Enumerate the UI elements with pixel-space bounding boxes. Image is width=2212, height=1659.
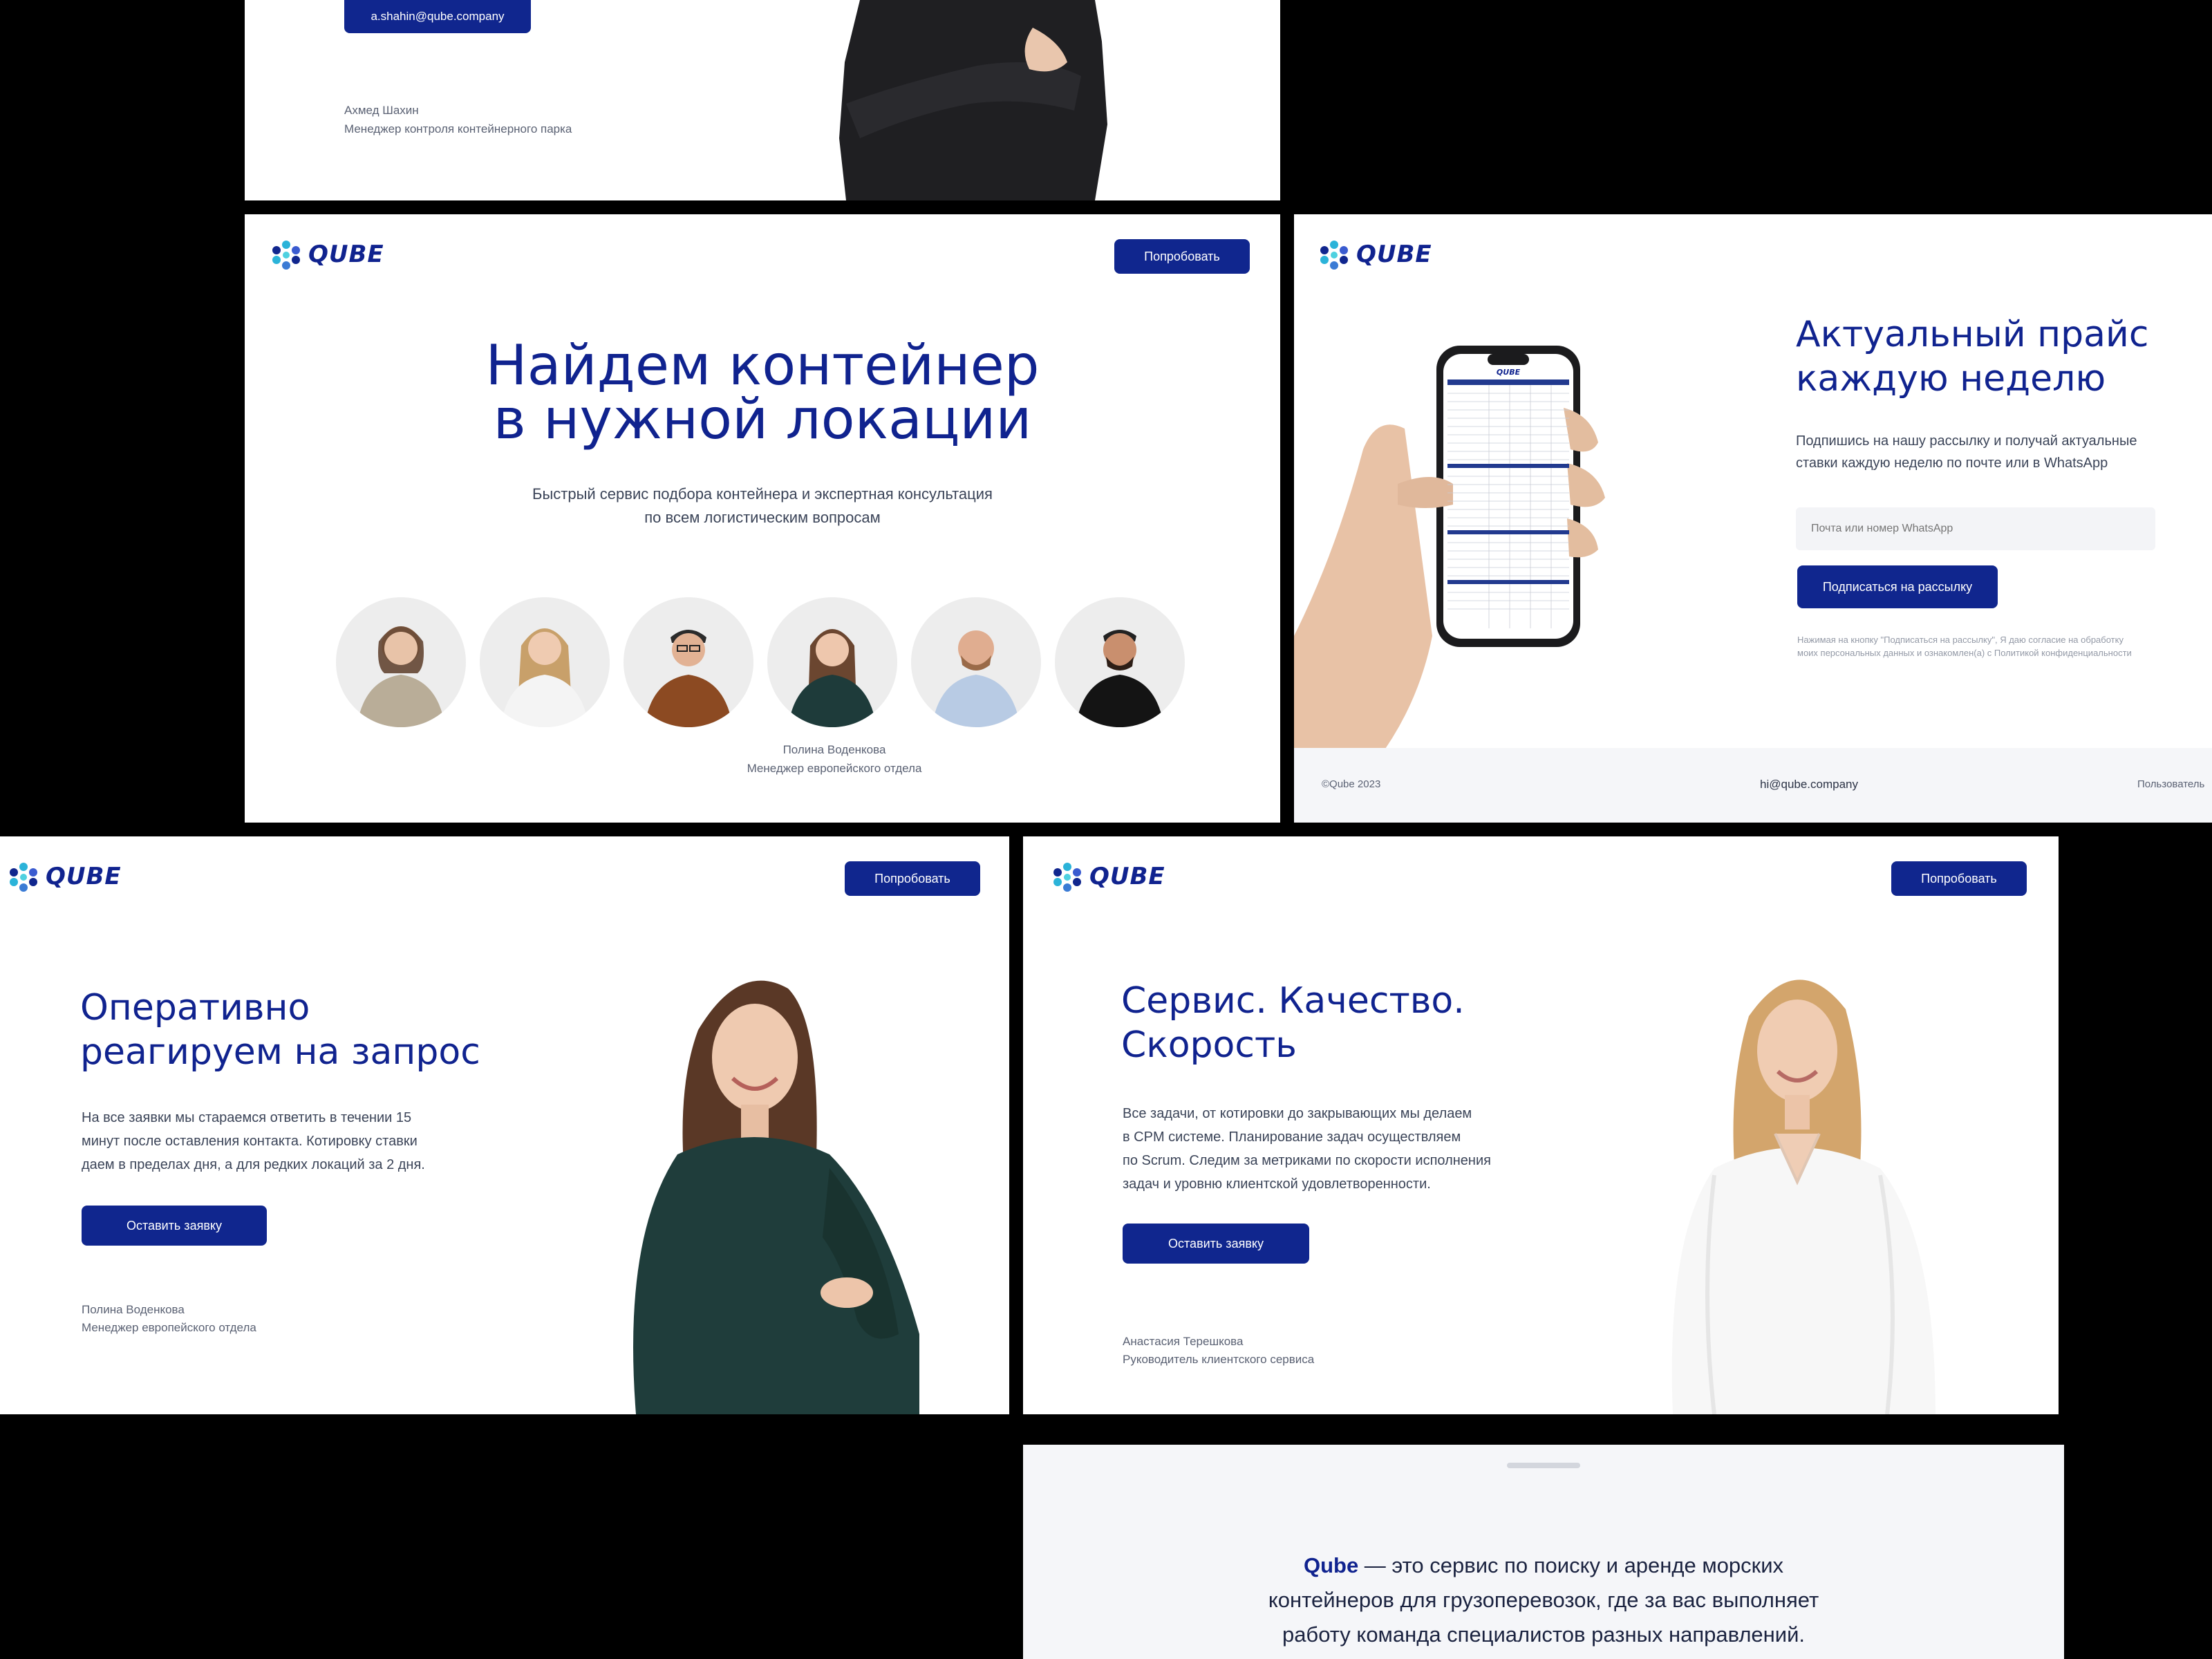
person-role: Менеджер контроля контейнерного парка	[344, 122, 572, 135]
logo-text: QUBE	[46, 863, 122, 890]
about-brand-word: Qube	[1303, 1553, 1359, 1577]
service-text-line4: задач и уровню клиентской удовлетворенно…	[1123, 1177, 1431, 1192]
logo[interactable]: QUBE	[1319, 239, 1432, 270]
newsletter-text-line1: Подпишись на нашу рассылку и получай акт…	[1796, 433, 2137, 449]
fast-title: Оперативно реагируем на запрос	[80, 986, 480, 1074]
card-service: QUBE Попробовать Сервис. Качество. Скоро…	[1023, 836, 2059, 1414]
consent-line1: Нажимая на кнопку "Подписаться на рассыл…	[1797, 635, 2124, 645]
leave-request-button[interactable]: Оставить заявку	[82, 1206, 267, 1246]
service-text-line2: в CPM системе. Планирование задач осущес…	[1123, 1130, 1461, 1145]
newsletter-input[interactable]	[1796, 507, 2155, 550]
fast-title-line2: реагируем на запрос	[80, 1031, 480, 1073]
newsletter-text-line2: ставки каждую неделю по почте или в What…	[1796, 456, 2108, 471]
price-table-graphic	[1447, 379, 1569, 628]
avatar-team-4[interactable]	[767, 597, 897, 727]
logo[interactable]: QUBE	[271, 239, 384, 270]
about-line1: Qube — это сервис по поиску и аренде мор…	[1023, 1548, 2064, 1583]
fast-person-role: Менеджер европейского отдела	[82, 1321, 256, 1334]
hero-person-role: Менеджер европейского отдела	[747, 762, 922, 775]
email-button[interactable]: a.shahin@qube.company	[344, 0, 531, 33]
logo-text: QUBE	[308, 241, 384, 268]
person-photo	[839, 0, 1107, 200]
newsletter-footer: ©Qube 2023 hi@qube.company Пользователь	[1294, 748, 2212, 823]
avatar-photo-icon	[788, 629, 877, 727]
consent-line2: моих персональных данных и ознакомлен(а)…	[1797, 648, 2132, 658]
hero-title-line1: Найдем контейнер	[485, 333, 1040, 397]
avatar-photo-icon	[932, 630, 1020, 727]
try-button[interactable]: Попробовать	[1891, 861, 2027, 896]
fast-text-line3: даем в пределах дня, а для редких локаци…	[82, 1157, 425, 1172]
service-title: Сервис. Качество. Скорость	[1121, 979, 1465, 1067]
service-text-line3: по Scrum. Следим за метриками по скорост…	[1123, 1153, 1491, 1168]
drag-handle[interactable]	[1507, 1463, 1580, 1468]
avatar-team-1[interactable]	[336, 597, 466, 727]
newsletter-text: Подпишись на нашу рассылку и получай акт…	[1796, 430, 2137, 474]
about-line1-rest: — это сервис по поиску и аренде морских	[1358, 1553, 1784, 1577]
avatar-team-2[interactable]	[480, 597, 610, 727]
hero-person-name: Полина Воденкова	[782, 743, 886, 756]
fast-text-line2: минут после оставления контакта. Котиров…	[82, 1134, 418, 1149]
person-photo	[633, 980, 919, 1414]
footer-email[interactable]: hi@qube.company	[1760, 776, 1858, 794]
card-newsletter: QUBE QUBE Актуальный прайс каждую неделю…	[1294, 214, 2212, 823]
phone-logo: QUBE	[1496, 368, 1521, 377]
avatar-team-5[interactable]	[911, 597, 1041, 727]
avatar-photo-icon	[500, 628, 589, 727]
hero-subtitle-line1: Быстрый сервис подбора контейнера и эксп…	[532, 485, 993, 503]
service-text-line1: Все задачи, от котировки до закрывающих …	[1123, 1106, 1472, 1121]
about-line2: контейнеров для грузоперевозок, где за в…	[1268, 1588, 1819, 1612]
avatar-team-6[interactable]	[1055, 597, 1185, 727]
newsletter-title-line2: каждую неделю	[1796, 358, 2106, 400]
about-text: Qube — это сервис по поиску и аренде мор…	[1023, 1548, 2064, 1652]
fast-title-line1: Оперативно	[80, 987, 310, 1029]
hero-subtitle: Быстрый сервис подбора контейнера и эксп…	[245, 482, 1280, 529]
qube-logo-icon	[272, 241, 300, 270]
card-hero: QUBE Попробовать Найдем контейнер в нужн…	[245, 214, 1280, 823]
card-about: Qube — это сервис по поиску и аренде мор…	[1023, 1445, 2064, 1659]
logo[interactable]: QUBE	[8, 861, 122, 892]
avatar-team-3[interactable]	[624, 597, 753, 727]
try-button[interactable]: Попробовать	[1114, 239, 1250, 274]
consent-text: Нажимая на кнопку "Подписаться на рассыл…	[1797, 633, 2132, 659]
qube-logo-icon	[1320, 241, 1348, 270]
person-name: Ахмед Шахин	[344, 104, 419, 117]
newsletter-title-line1: Актуальный прайс	[1796, 314, 2149, 355]
qube-logo-icon	[1053, 863, 1081, 892]
service-text: Все задачи, от котировки до закрывающих …	[1123, 1102, 1491, 1196]
service-title-line2: Скорость	[1121, 1024, 1297, 1066]
fast-person-name: Полина Воденкова	[82, 1303, 185, 1316]
hero-subtitle-line2: по всем логистическим вопросам	[644, 509, 881, 526]
hero-title: Найдем контейнер в нужной локации	[245, 333, 1280, 451]
try-button[interactable]: Попробовать	[845, 861, 980, 896]
leave-request-button[interactable]: Оставить заявку	[1123, 1224, 1309, 1264]
avatar-photo-icon	[1076, 630, 1164, 727]
logo[interactable]: QUBE	[1052, 861, 1165, 892]
about-line3: работу команда специалистов разных напра…	[1282, 1622, 1806, 1647]
card-contact-ahmed: a.shahin@qube.company Ахмед Шахин Менедж…	[245, 0, 1280, 200]
logo-text: QUBE	[1089, 863, 1165, 890]
avatar-photo-icon	[357, 626, 445, 727]
service-person-role: Руководитель клиентского сервиса	[1123, 1353, 1315, 1366]
footer-user-link[interactable]: Пользователь	[2137, 776, 2204, 794]
phone-price-table: QUBE	[1447, 368, 1569, 630]
card-fast-response: QUBE Попробовать Оперативно реагируем на…	[0, 836, 1009, 1414]
person-photo	[1671, 980, 1936, 1414]
avatar-photo-icon	[644, 630, 733, 727]
service-title-line1: Сервис. Качество.	[1121, 980, 1465, 1022]
footer-copyright: ©Qube 2023	[1322, 778, 1381, 790]
logo-text: QUBE	[1356, 241, 1432, 268]
subscribe-button[interactable]: Подписаться на рассылку	[1797, 565, 1998, 608]
fast-text: На все заявки мы стараемся ответить в те…	[82, 1106, 425, 1177]
fast-text-line1: На все заявки мы стараемся ответить в те…	[82, 1110, 412, 1125]
hero-title-line2: в нужной локации	[493, 387, 1032, 451]
qube-logo-icon	[10, 863, 37, 892]
service-person-name: Анастасия Терешкова	[1123, 1335, 1244, 1348]
newsletter-title: Актуальный прайс каждую неделю	[1796, 312, 2148, 401]
